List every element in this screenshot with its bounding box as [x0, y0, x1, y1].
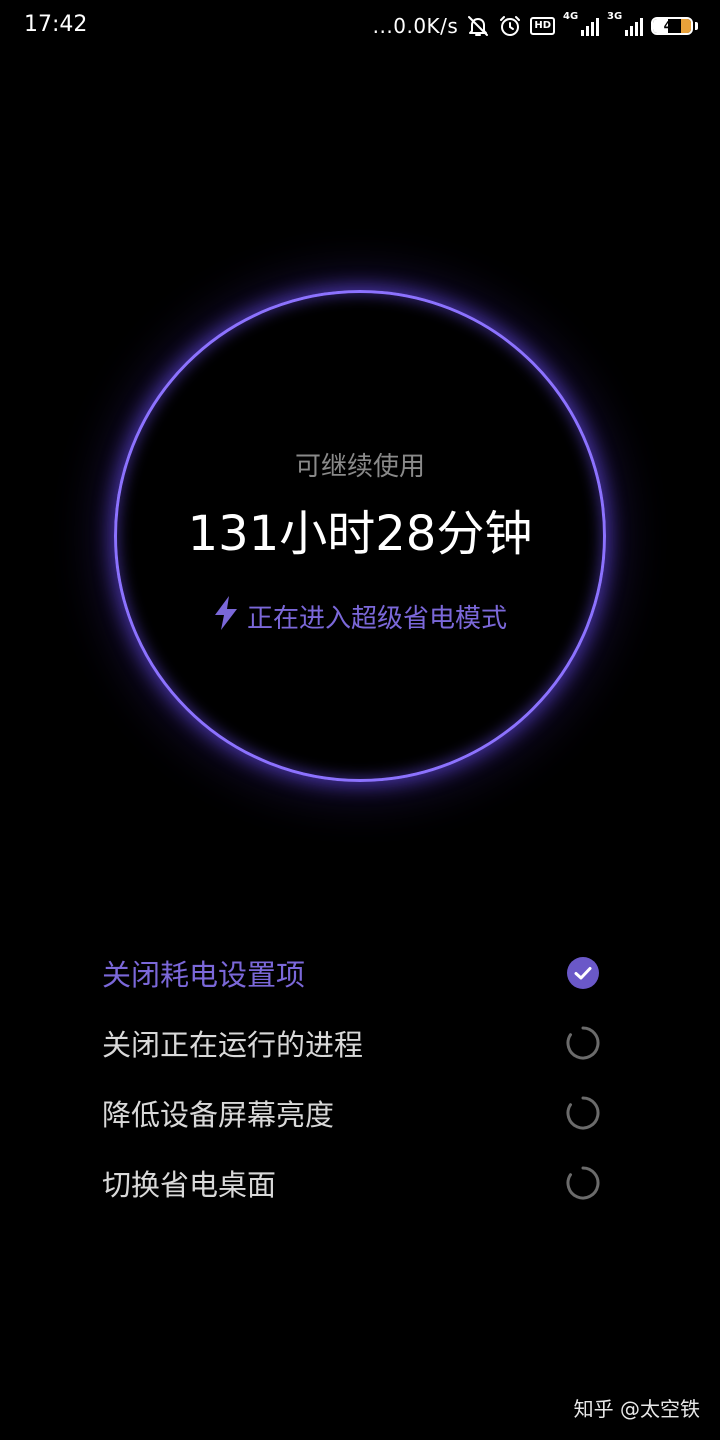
power-save-status-text: 正在进入超级省电模式: [246, 604, 507, 634]
battery-level: 40: [663, 19, 681, 33]
task-close-power-settings: 关闭耗电设置项: [102, 938, 602, 1008]
signal-3g-icon: 3G: [607, 11, 643, 38]
lightning-icon: [213, 596, 239, 637]
watermark: 知乎 @太空铁: [573, 1397, 700, 1421]
network-speed: ...0.0K/s: [372, 14, 459, 38]
battery-nub: [695, 22, 698, 30]
mute-icon: [466, 14, 490, 38]
status-bar: 17:42 ...0.0K/s HD 4G 3G 40: [0, 0, 720, 52]
hd-icon: HD: [530, 17, 555, 35]
task-label: 关闭正在运行的进程: [102, 1028, 364, 1062]
spinner-icon: [566, 1166, 600, 1200]
task-switch-launcher: 切换省电桌面: [102, 1148, 602, 1218]
task-label: 切换省电桌面: [102, 1168, 277, 1202]
task-label: 关闭耗电设置项: [102, 958, 306, 992]
battery-icon: 40: [651, 17, 693, 35]
remaining-label: 可继续使用: [294, 452, 425, 482]
power-save-status: 正在进入超级省电模式: [0, 596, 720, 637]
status-time: 17:42: [24, 12, 88, 37]
alarm-icon: [498, 14, 522, 38]
task-label: 降低设备屏幕亮度: [102, 1098, 335, 1132]
signal-4g-icon: 4G: [563, 11, 599, 38]
remaining-time: 131小时28分钟: [187, 506, 533, 562]
check-circle-icon: [566, 956, 600, 990]
task-list: 关闭耗电设置项 关闭正在运行的进程 降低设备屏幕亮度 切换省电桌面: [102, 938, 602, 1218]
spinner-icon: [566, 1026, 600, 1060]
task-lower-brightness: 降低设备屏幕亮度: [102, 1078, 602, 1148]
spinner-icon: [566, 1096, 600, 1130]
task-close-running-processes: 关闭正在运行的进程: [102, 1008, 602, 1078]
status-icons: ...0.0K/s HD 4G 3G 40: [372, 11, 698, 40]
